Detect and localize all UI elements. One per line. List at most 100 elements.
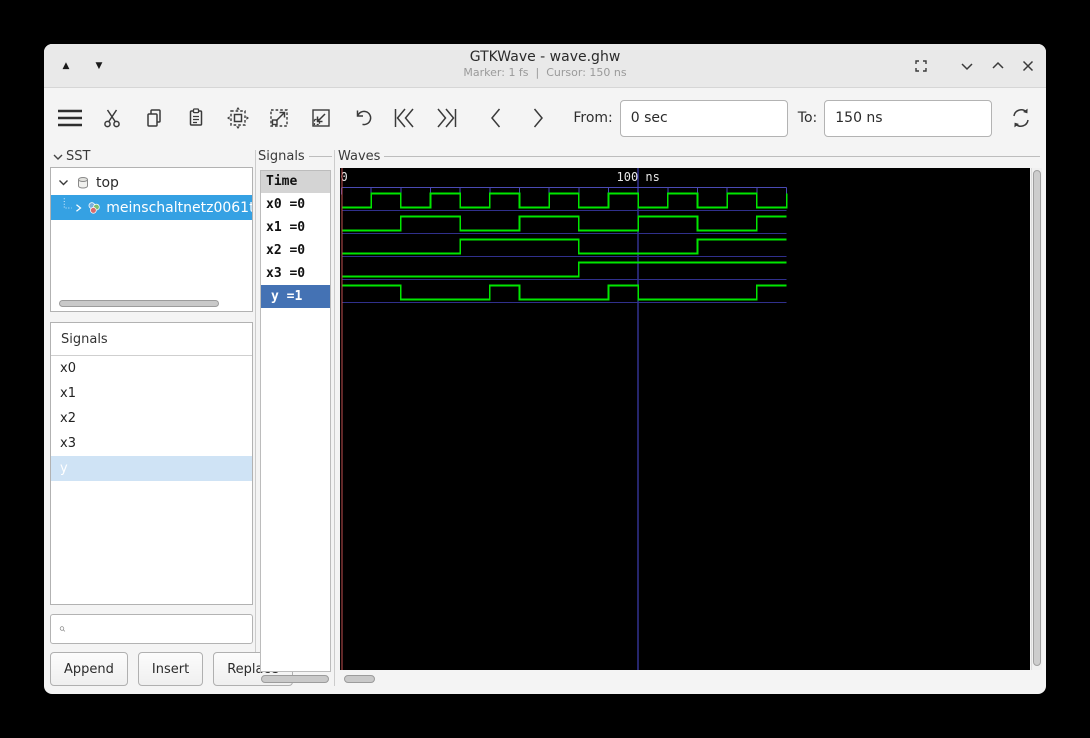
- sst-collapse-icon[interactable]: [52, 151, 64, 163]
- zoom-fit-button[interactable]: [221, 101, 254, 135]
- waves-vscrollbar-thumb[interactable]: [1033, 170, 1041, 666]
- from-label: From:: [573, 110, 613, 126]
- skip-to-end-icon: [437, 108, 457, 128]
- minimize-button[interactable]: [957, 57, 977, 75]
- frame-line: [384, 156, 1040, 157]
- signal-value-row[interactable]: x0 =0: [261, 193, 330, 216]
- step-back-icon: [491, 108, 501, 128]
- cut-button[interactable]: [96, 101, 129, 135]
- step-back-button[interactable]: [480, 101, 513, 135]
- pane-divider-left[interactable]: [255, 150, 256, 686]
- wave-canvas[interactable]: 0 100 ns: [340, 168, 1030, 670]
- signal-list-header: Signals: [51, 323, 252, 356]
- tree-node-label: meinschaltnetz0061testb: [106, 199, 252, 216]
- module-icon: [88, 201, 101, 214]
- wave-trace-x0: [341, 192, 788, 209]
- cut-icon: [104, 109, 121, 128]
- signal-list-item[interactable]: x1: [51, 381, 252, 406]
- pane-divider-right[interactable]: [334, 150, 335, 686]
- titlebar-text: GTKWave - wave.ghw Marker: 1 fs | Cursor…: [44, 48, 1046, 80]
- waves-title: Waves: [338, 149, 381, 164]
- signal-value-row[interactable]: x3 =0: [261, 262, 330, 285]
- signal-values-frame-label: Signals: [258, 149, 332, 164]
- toolbar: From: To:: [44, 89, 1046, 147]
- menu-button[interactable]: [54, 101, 87, 135]
- signal-search-field[interactable]: [50, 614, 253, 644]
- copy-icon: [147, 109, 161, 127]
- zoom-out-icon: [312, 109, 330, 127]
- step-forward-icon: [533, 108, 543, 128]
- sst-header: SST: [52, 149, 112, 164]
- signal-values-rows: x0 =0 x1 =0 x2 =0 x3 =0 y =1: [261, 193, 330, 308]
- tree-node-top[interactable]: top: [51, 170, 252, 195]
- values-hscrollbar: [260, 675, 331, 685]
- tree-guide-lines: [63, 197, 72, 208]
- sst-tree-panel: top meinschaltnetz0061testb: [50, 167, 253, 312]
- wave-trace-x3: [341, 261, 787, 278]
- sst-title: SST: [66, 149, 91, 164]
- sst-hscrollbar-thumb[interactable]: [59, 300, 219, 307]
- signal-values-panel: Time x0 =0 x1 =0 x2 =0 x3 =0 y =1: [260, 170, 331, 672]
- signal-list-item[interactable]: x3: [51, 431, 252, 456]
- step-forward-button[interactable]: [522, 101, 555, 135]
- zoom-fit-icon: [226, 107, 249, 129]
- reload-icon: [1012, 108, 1029, 128]
- reload-button[interactable]: [1004, 101, 1037, 135]
- close-button[interactable]: [1018, 57, 1038, 75]
- paste-icon: [189, 108, 202, 126]
- wave-trace-y: [341, 284, 787, 301]
- signal-value-row[interactable]: y =1: [261, 285, 330, 308]
- insert-button[interactable]: Insert: [137, 652, 204, 686]
- window-title: GTKWave - wave.ghw: [469, 49, 621, 65]
- waves-vscrollbar: [1031, 168, 1042, 670]
- signal-value-row[interactable]: x1 =0: [261, 216, 330, 239]
- search-icon: [59, 626, 66, 632]
- signal-list-item[interactable]: y: [51, 456, 252, 481]
- append-button[interactable]: Append: [50, 652, 128, 686]
- signal-value-row[interactable]: x2 =0: [261, 239, 330, 262]
- frame-line: [308, 156, 332, 157]
- wave-trace-x1: [341, 215, 787, 232]
- waveform-display[interactable]: 0 100 ns: [340, 168, 1030, 670]
- signal-values-title: Signals: [258, 149, 305, 164]
- chevron-down-icon: [961, 63, 973, 71]
- signal-list-item[interactable]: x0: [51, 356, 252, 381]
- to-label: To:: [797, 110, 818, 126]
- fullscreen-icon: [915, 60, 927, 72]
- waves-frame-label: Waves: [338, 149, 1040, 164]
- time-header[interactable]: Time: [261, 171, 330, 193]
- to-input[interactable]: [824, 99, 993, 137]
- undo-button[interactable]: [346, 101, 379, 135]
- signal-list-panel: Signals x0 x1 x2 x3 y: [50, 322, 253, 605]
- expander-down-icon[interactable]: [57, 176, 70, 189]
- marker-cursor-status: Marker: 1 fs | Cursor: 150 ns: [463, 66, 627, 79]
- skip-to-start-button[interactable]: [388, 101, 421, 135]
- zoom-in-button[interactable]: [263, 101, 296, 135]
- waves-hscrollbar-thumb[interactable]: [344, 675, 375, 683]
- titlebar: ▲ ▼ GTKWave - wave.ghw Marker: 1 fs | Cu…: [44, 44, 1046, 88]
- signal-list-rows: x0 x1 x2 x3 y: [51, 356, 252, 481]
- hierarchy-root-icon: [78, 176, 88, 188]
- zoom-in-icon: [270, 109, 288, 127]
- maximize-button[interactable]: [988, 57, 1008, 75]
- copy-button[interactable]: [138, 101, 171, 135]
- gtkwave-window: ▲ ▼ GTKWave - wave.ghw Marker: 1 fs | Cu…: [44, 44, 1046, 694]
- menu-icon: [58, 109, 83, 127]
- search-input[interactable]: [72, 617, 252, 641]
- expander-right-icon[interactable]: [74, 202, 83, 214]
- close-icon: [1022, 60, 1034, 72]
- paste-button[interactable]: [179, 101, 212, 135]
- wave-trace-x2: [341, 238, 787, 255]
- skip-to-start-icon: [394, 108, 414, 128]
- fullscreen-button[interactable]: [911, 57, 931, 75]
- values-hscrollbar-thumb[interactable]: [261, 675, 329, 683]
- zoom-out-button[interactable]: [305, 101, 338, 135]
- skip-to-end-button[interactable]: [430, 101, 463, 135]
- undo-icon: [356, 110, 372, 126]
- from-input[interactable]: [619, 99, 788, 137]
- signal-list-item[interactable]: x2: [51, 406, 252, 431]
- waves-hscrollbar: [342, 675, 1030, 685]
- chevron-up-icon: [992, 61, 1004, 69]
- tree-node-label: top: [96, 174, 119, 191]
- tree-node-module[interactable]: meinschaltnetz0061testb: [51, 195, 252, 220]
